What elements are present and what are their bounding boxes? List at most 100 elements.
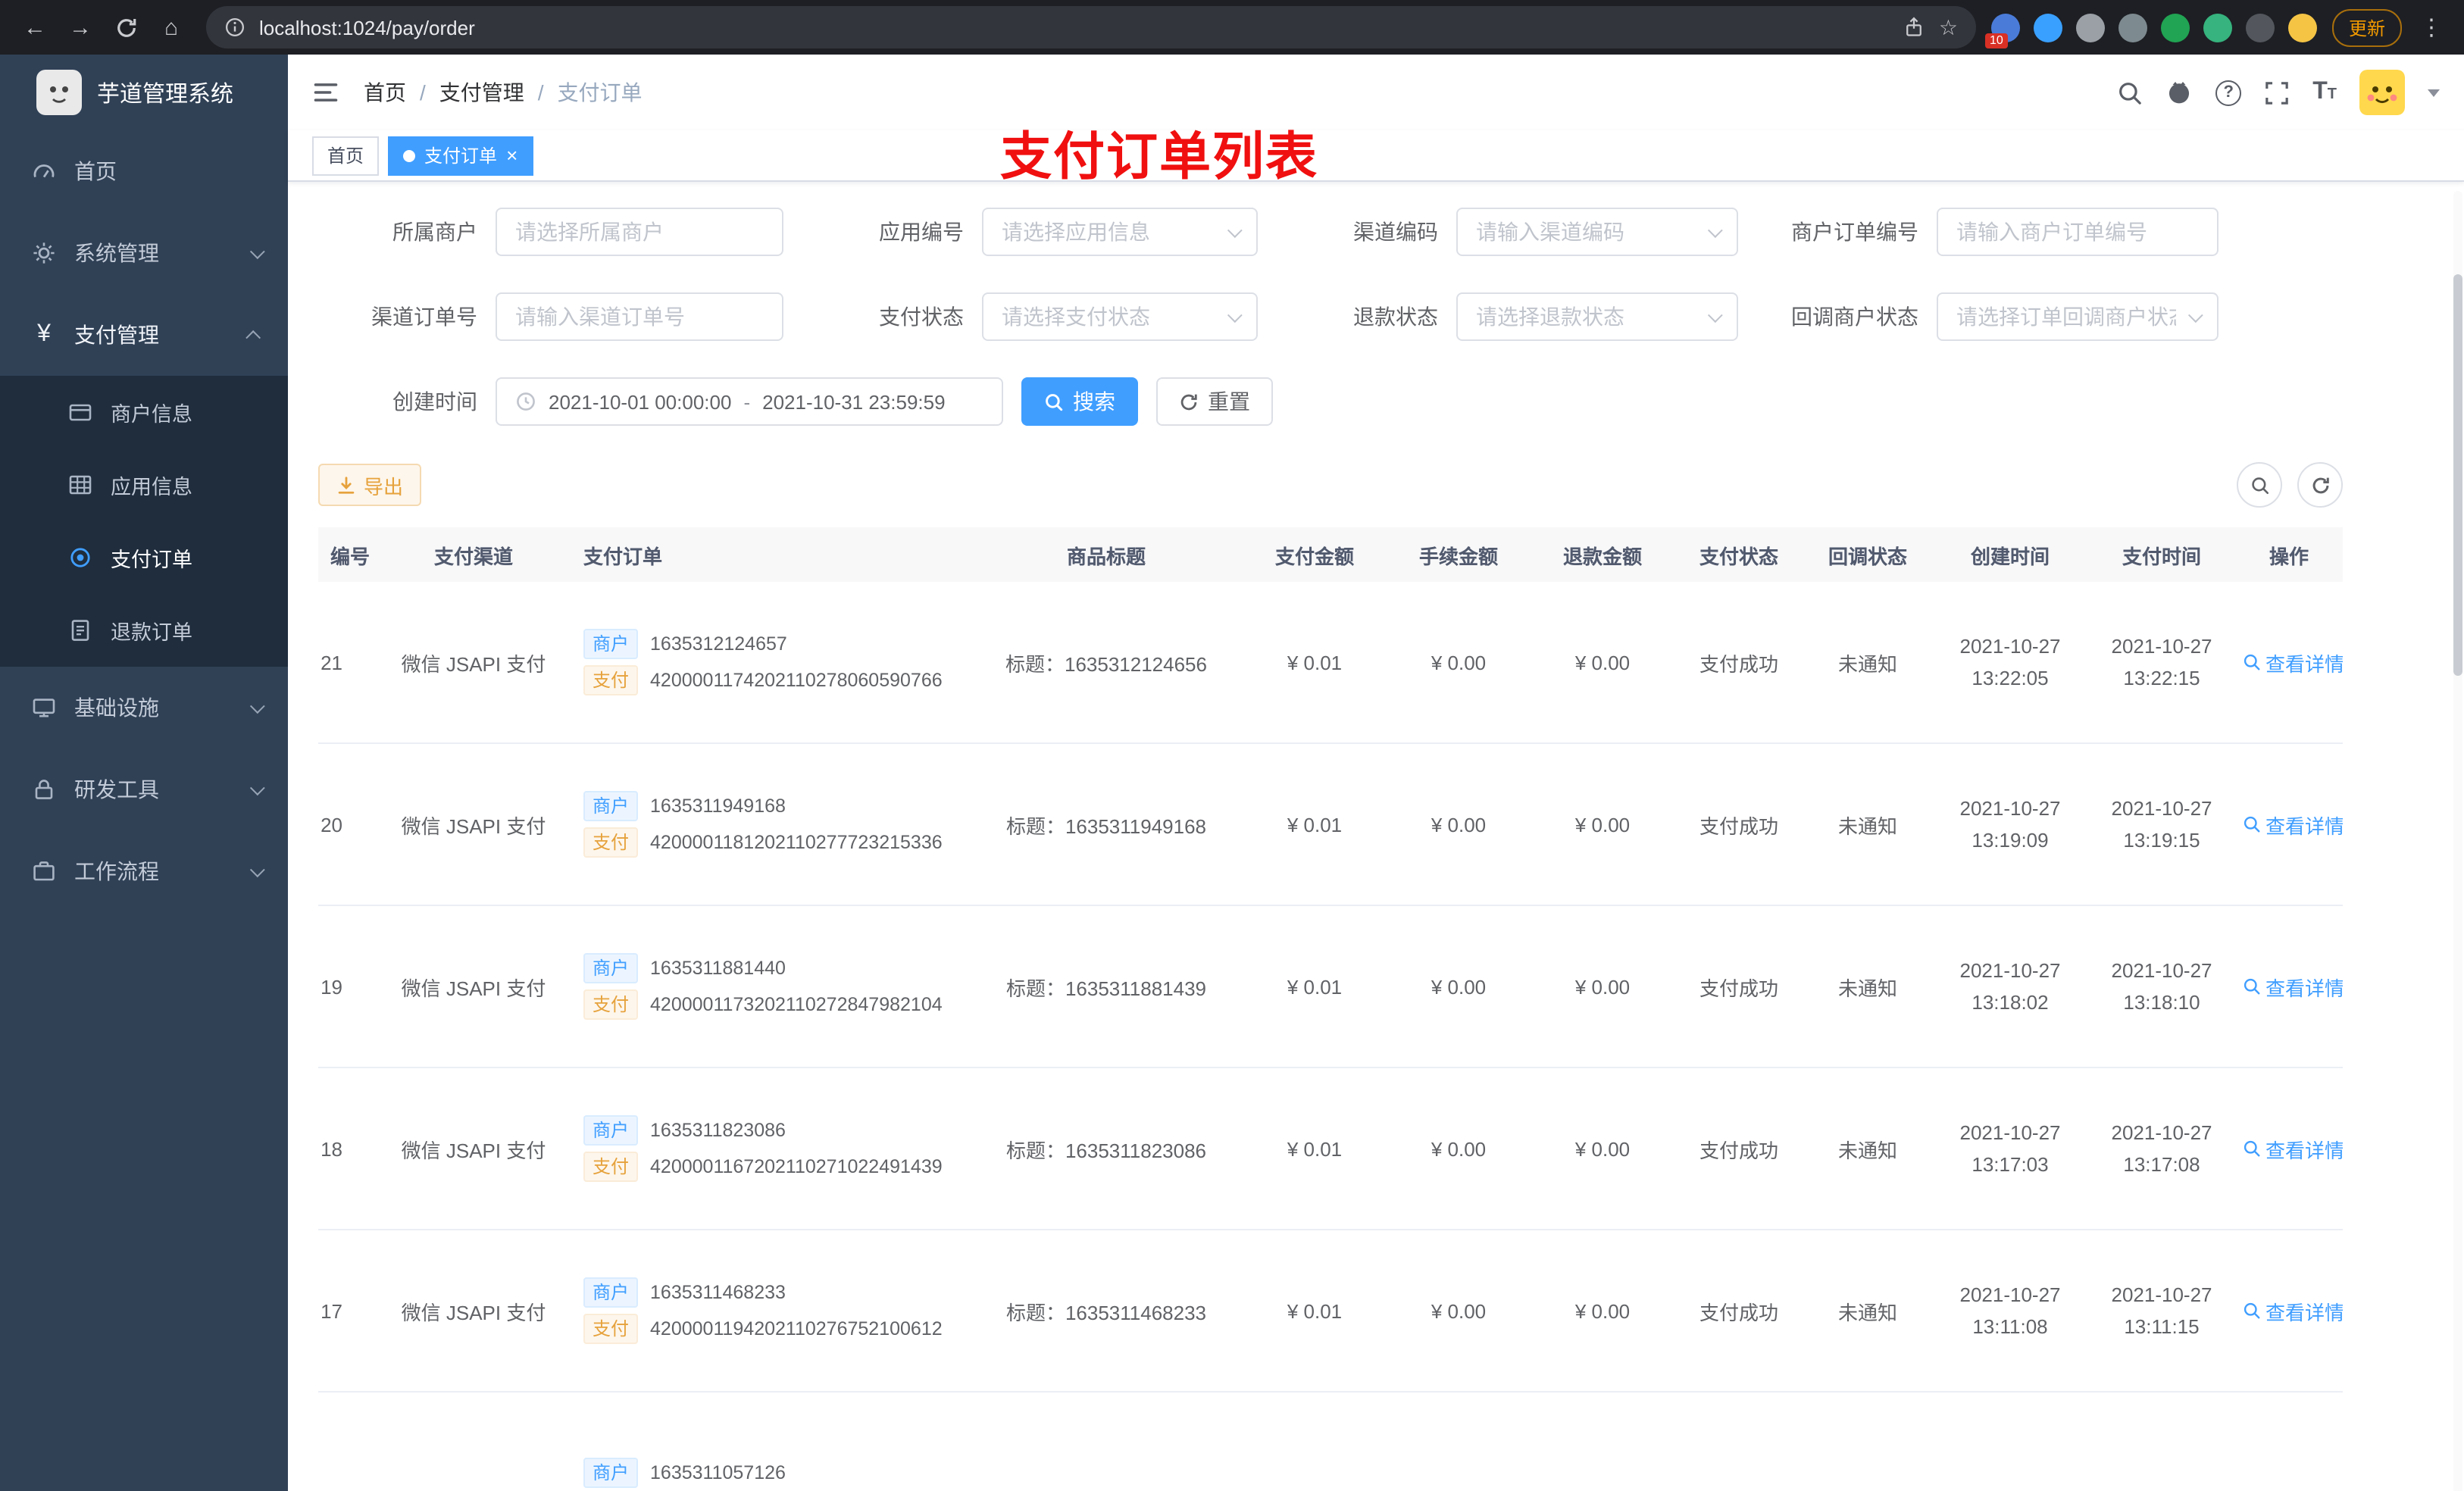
extension-icon[interactable] xyxy=(2160,13,2190,42)
github-icon[interactable] xyxy=(2165,79,2193,106)
cell-order: 商户 1635311057126 xyxy=(568,1452,970,1491)
sidebar-item-dev-tools[interactable]: 研发工具 xyxy=(0,749,288,830)
font-size-icon[interactable]: TT xyxy=(2312,79,2337,106)
extension-icon[interactable] xyxy=(2203,13,2232,42)
logo-row[interactable]: 芋道管理系统 xyxy=(0,55,288,130)
pay-order-no: 4200001194202110276752100612 xyxy=(650,1318,943,1339)
sidebar-item-label: 商户信息 xyxy=(111,403,192,426)
view-detail-link[interactable]: 查看详情 xyxy=(2243,810,2343,839)
channel-code-select[interactable]: 请输入渠道编码 xyxy=(1456,208,1738,256)
extension-icon[interactable] xyxy=(2075,13,2105,42)
sidebar-item-label: 系统管理 xyxy=(74,241,159,265)
filter-channel-code: 渠道编码 请输入渠道编码 xyxy=(1279,208,1738,256)
cell-refund: ¥ 0.00 xyxy=(1574,1137,1631,1160)
monitor-icon xyxy=(30,695,58,720)
refund-status-select[interactable]: 请选择退款状态 xyxy=(1456,292,1738,341)
sidebar-item-pay[interactable]: ¥ 支付管理 xyxy=(0,294,288,376)
clock-icon xyxy=(515,391,536,412)
col-header-pay-time: 支付时间 xyxy=(2122,545,2201,567)
extension-icon[interactable]: 10 xyxy=(1984,13,2020,48)
breadcrumb-home[interactable]: 首页 xyxy=(364,77,406,108)
sidebar-item-pay-order[interactable]: 支付订单 xyxy=(0,521,288,594)
view-detail-link[interactable]: 查看详情 xyxy=(2243,648,2343,677)
tags-view-bar: 首页 支付订单 × xyxy=(288,130,2464,182)
cell-title: 标题：1635311881439 xyxy=(1005,977,1207,999)
sidebar-item-app-info[interactable]: 应用信息 xyxy=(0,449,288,521)
sidebar-item-system[interactable]: 系统管理 xyxy=(0,212,288,294)
browser-chrome: ← → ⌂ localhost:1024/pay/order ☆ 10 更新 ⋮ xyxy=(0,0,2464,55)
share-icon[interactable] xyxy=(1904,17,1925,38)
cell-title: 标题：1635312124656 xyxy=(1005,652,1207,675)
url-bar[interactable]: localhost:1024/pay/order ☆ xyxy=(206,6,1976,48)
sidebar-item-refund-order[interactable]: 退款订单 xyxy=(0,594,288,667)
home-icon[interactable]: ⌂ xyxy=(152,8,191,47)
url-text[interactable]: localhost:1024/pay/order xyxy=(259,16,1890,39)
cell-pay-time: 2021-10-27 13:19:15 xyxy=(2111,797,2212,852)
reset-button[interactable]: 重置 xyxy=(1156,377,1273,426)
search-icon[interactable] xyxy=(2117,80,2143,105)
view-detail-link[interactable]: 查看详情 xyxy=(2243,1296,2343,1325)
site-info-icon[interactable] xyxy=(224,17,245,38)
merchant-order-no-input[interactable] xyxy=(1937,208,2219,256)
table-body: 21 微信 JSAPI 支付 商户 1635312124657 支付 42000… xyxy=(318,582,2343,1491)
back-icon[interactable]: ← xyxy=(15,8,55,47)
close-icon[interactable]: × xyxy=(506,145,518,165)
sidebar-item-home[interactable]: 首页 xyxy=(0,130,288,212)
cell-refund: ¥ 0.00 xyxy=(1574,975,1631,998)
col-header-channel: 支付渠道 xyxy=(433,545,513,567)
view-detail-link[interactable]: 查看详情 xyxy=(2243,1134,2343,1163)
pay-order-no: 4200001167202110271022491439 xyxy=(650,1156,943,1177)
tab-pay-order[interactable]: 支付订单 × xyxy=(388,136,533,175)
sidebar-item-workflow[interactable]: 工作流程 xyxy=(0,830,288,912)
table-row: 20 微信 JSAPI 支付 商户 1635311949168 支付 42000… xyxy=(318,744,2343,906)
help-icon[interactable]: ? xyxy=(2215,80,2242,105)
refresh-table-icon[interactable] xyxy=(2297,462,2343,508)
view-detail-link[interactable]: 查看详情 xyxy=(2243,972,2343,1001)
extension-icon[interactable] xyxy=(2033,13,2062,42)
date-start: 2021-10-01 00:00:00 xyxy=(549,390,732,413)
merchant-order-no: 1635311881440 xyxy=(650,958,786,979)
notify-status-select[interactable]: 请选择订单回调商户状态 xyxy=(1937,292,2219,341)
browser-update-button[interactable]: 更新 xyxy=(2331,8,2402,46)
extension-icon[interactable] xyxy=(2245,13,2275,42)
cell-status: 支付成功 xyxy=(1699,1301,1778,1324)
browser-menu-icon[interactable]: ⋮ xyxy=(2414,14,2449,41)
app-id-select[interactable]: 请选择应用信息 xyxy=(982,208,1258,256)
col-header-notify: 回调状态 xyxy=(1828,545,1907,567)
tab-home[interactable]: 首页 xyxy=(312,136,380,175)
toggle-search-icon[interactable] xyxy=(2237,462,2282,508)
col-header-amount: 支付金额 xyxy=(1274,545,1354,567)
reload-icon[interactable] xyxy=(106,8,145,47)
cell-amount: ¥ 0.01 xyxy=(1287,1299,1343,1322)
extension-icon[interactable] xyxy=(2118,13,2147,42)
cell-notify: 未通知 xyxy=(1837,977,1897,999)
sidebar-item-infra[interactable]: 基础设施 xyxy=(0,667,288,749)
main-area: 首页 / 支付管理 / 支付订单 支付订单列表 ? T T 首页 支付订单 × … xyxy=(288,55,2464,1491)
pay-status-select[interactable]: 请选择支付状态 xyxy=(982,292,1258,341)
forward-icon[interactable]: → xyxy=(61,8,100,47)
user-avatar[interactable] xyxy=(2359,70,2405,115)
chevron-down-icon xyxy=(1227,222,1243,238)
breadcrumb-section[interactable]: 支付管理 xyxy=(439,77,524,108)
channel-order-no-input[interactable] xyxy=(496,292,783,341)
cell-notify: 未通知 xyxy=(1837,814,1897,837)
cell-action: 查看详情 xyxy=(2235,1296,2343,1325)
search-button[interactable]: 搜索 xyxy=(1021,377,1138,426)
export-button[interactable]: 导出 xyxy=(318,464,422,506)
collapse-sidebar-icon[interactable] xyxy=(312,79,339,106)
scrollbar-thumb[interactable] xyxy=(2453,274,2462,676)
caret-down-icon[interactable] xyxy=(2428,89,2440,96)
cell-order: 商户 1635311881440 支付 42000011732021102728… xyxy=(568,947,970,1026)
navbar-actions: ? TT xyxy=(2117,70,2440,115)
fullscreen-icon[interactable] xyxy=(2264,80,2290,105)
bookmark-star-icon[interactable]: ☆ xyxy=(1939,14,1958,40)
merchant-input[interactable] xyxy=(496,208,783,256)
create-time-range-picker[interactable]: 2021-10-01 00:00:00 - 2021-10-31 23:59:5… xyxy=(496,377,1003,426)
search-icon xyxy=(2244,654,2260,670)
extension-icon[interactable] xyxy=(2287,13,2317,42)
cell-id: 21 xyxy=(321,651,342,674)
sidebar-item-merchant-info[interactable]: 商户信息 xyxy=(0,376,288,449)
cell-order: 商户 1635311468233 支付 42000011942021102767… xyxy=(568,1271,970,1350)
breadcrumb: 首页 / 支付管理 / 支付订单 xyxy=(364,77,643,108)
cell-pay-time: 2021-10-27 13:17:08 xyxy=(2111,1121,2212,1176)
